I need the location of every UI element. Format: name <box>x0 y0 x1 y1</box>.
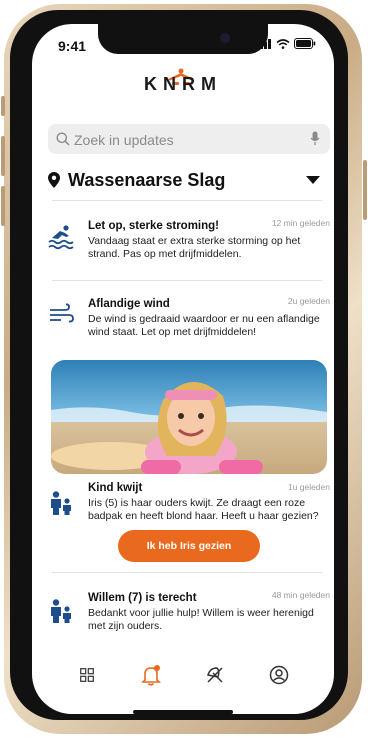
location-pin-icon <box>48 172 60 188</box>
update-title: Willem (7) is terecht <box>88 592 197 604</box>
update-body: Vandaag staat er extra sterke storming o… <box>88 235 301 260</box>
divider <box>52 200 322 201</box>
cellular-signal-icon <box>256 38 271 49</box>
chevron-down-icon[interactable] <box>306 176 320 184</box>
notch <box>98 24 268 54</box>
update-body: De wind is gedraaid waardoor er nu een a… <box>88 313 320 338</box>
location-selector[interactable]: Wassenaarse Slag <box>48 168 324 194</box>
search-bar[interactable]: Zoek in updates <box>48 124 330 154</box>
missing-child-photo <box>51 360 327 474</box>
volume-down-button <box>1 186 5 226</box>
grid-icon <box>80 668 94 682</box>
tab-overview[interactable] <box>72 660 102 690</box>
app-screen: 9:41 KNRM Zoek in updates Wassenaarse Sl… <box>32 24 334 714</box>
bell-icon <box>141 665 161 686</box>
update-time: 48 min geleden <box>271 590 330 600</box>
update-time: 2u geleden <box>287 296 330 306</box>
location-name: Wassenaarse Slag <box>68 170 226 190</box>
update-title: Aflandige wind <box>88 298 170 310</box>
profile-icon <box>269 665 289 685</box>
tab-profile[interactable] <box>264 660 294 690</box>
parent-child-icon <box>51 599 71 623</box>
update-title: Kind kwijt <box>88 482 143 494</box>
wind-icon <box>50 303 74 323</box>
update-card-offshore-wind[interactable]: Aflandige wind 2u geleden De wind is ged… <box>48 288 330 348</box>
status-time: 9:41 <box>58 38 87 54</box>
battery-icon <box>294 38 316 49</box>
tab-bar <box>32 660 334 692</box>
divider <box>52 280 322 281</box>
divider <box>52 572 322 573</box>
update-time: 12 min geleden <box>271 218 330 228</box>
tab-updates[interactable] <box>136 660 166 690</box>
volume-up-button <box>1 136 5 176</box>
update-card-strong-current[interactable]: Let op, sterke stroming! 12 min geleden … <box>48 216 330 276</box>
beach-umbrella-off-icon <box>207 667 223 683</box>
brand-wordmark: KNRM <box>144 74 222 94</box>
camera <box>220 33 230 43</box>
update-time: 1u geleden <box>287 482 330 492</box>
microphone-icon[interactable] <box>310 131 320 147</box>
update-body: Bedankt voor jullie hulp! Willem is weer… <box>88 607 314 632</box>
parent-child-icon <box>51 491 71 515</box>
mute-switch <box>1 96 5 116</box>
power-button <box>363 160 367 220</box>
search-input[interactable]: Zoek in updates <box>74 132 174 148</box>
home-indicator[interactable] <box>133 710 233 714</box>
search-icon <box>56 132 70 146</box>
update-card-child-found[interactable]: Willem (7) is terecht 48 min geleden Bed… <box>48 584 330 638</box>
update-card-missing-child[interactable]: Kind kwijt 1u geleden Iris (5) is haar o… <box>48 480 330 530</box>
swimmer-current-icon <box>48 225 74 250</box>
seen-child-button[interactable]: Ik heb Iris gezien <box>118 530 260 562</box>
status-icons <box>256 38 316 49</box>
tab-beach[interactable] <box>200 660 230 690</box>
update-body: Iris (5) is haar ouders kwijt. Ze draagt… <box>88 497 319 522</box>
update-title: Let op, sterke stroming! <box>88 220 219 232</box>
wifi-icon <box>276 38 290 49</box>
